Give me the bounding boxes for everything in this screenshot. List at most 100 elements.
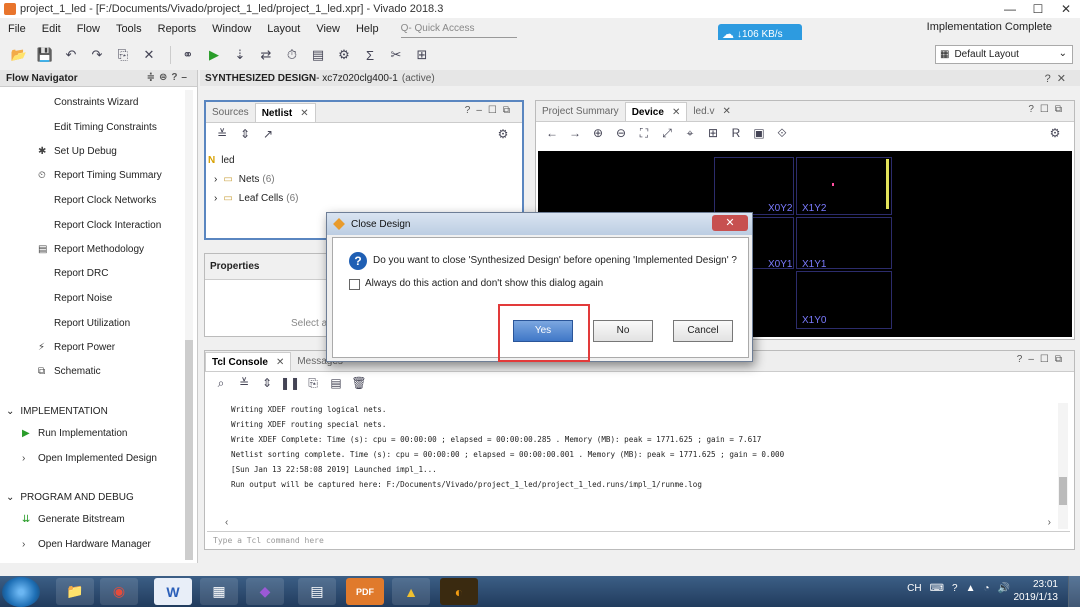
menu-reports[interactable]: Reports: [150, 18, 205, 40]
pdf-taskbar-icon[interactable]: PDF: [346, 578, 384, 605]
open-project-icon[interactable]: 📂: [8, 45, 30, 65]
menu-help[interactable]: Help: [348, 18, 387, 40]
zoom-out-icon[interactable]: ⊖: [611, 126, 631, 140]
expand-all-icon[interactable]: ⇕: [235, 127, 255, 141]
tree-root[interactable]: Nled: [208, 155, 235, 166]
gear-icon[interactable]: ⚙: [1045, 126, 1065, 140]
menu-layout[interactable]: Layout: [259, 18, 308, 40]
nav-report-methodology[interactable]: ▤ Report Methodology: [38, 244, 144, 255]
routing-icon[interactable]: ⊞: [703, 126, 723, 140]
next-icon[interactable]: ↗: [258, 127, 278, 141]
nav-open-implemented-design[interactable]: › Open Implemented Design: [22, 453, 157, 464]
close-icon[interactable]: ✕: [722, 106, 730, 117]
timer-icon[interactable]: ⏱: [281, 45, 303, 65]
nav-edit-timing-constraints[interactable]: Edit Timing Constraints: [54, 122, 157, 133]
header-controls[interactable]: ?✕: [1045, 72, 1072, 85]
scroll-thumb[interactable]: [1059, 477, 1067, 505]
close-icon[interactable]: ✕: [300, 108, 308, 119]
select-icon[interactable]: ▣: [749, 126, 769, 140]
menu-flow[interactable]: Flow: [69, 18, 108, 40]
layout-icon[interactable]: ⊞: [411, 45, 433, 65]
nav-section-implementation[interactable]: ⌄ IMPLEMENTATION: [6, 406, 108, 417]
panel-controls[interactable]: ?–☐⧉: [1017, 354, 1068, 365]
nav-report-noise[interactable]: Report Noise: [54, 293, 112, 304]
start-button[interactable]: [2, 577, 40, 607]
no-button[interactable]: No: [593, 320, 653, 342]
forward-icon[interactable]: →: [565, 126, 585, 140]
nav-schematic[interactable]: ⧉ Schematic: [38, 366, 101, 377]
menu-view[interactable]: View: [308, 18, 348, 40]
cut-icon[interactable]: ✂: [385, 45, 407, 65]
clock-region-icon[interactable]: ⟐: [772, 126, 792, 141]
yes-button[interactable]: Yes: [513, 320, 573, 342]
nav-report-timing-summary[interactable]: ⏲ Report Timing Summary: [38, 170, 162, 181]
notepad-taskbar-icon[interactable]: ▤: [298, 578, 336, 605]
flow-navigator-scrollbar[interactable]: [185, 90, 193, 560]
route-icon[interactable]: R: [726, 126, 746, 140]
program-device-icon[interactable]: ⇣: [229, 45, 251, 65]
tray-expand-icon[interactable]: ▲: [966, 583, 976, 594]
menu-edit[interactable]: Edit: [34, 18, 69, 40]
vivado-taskbar-icon[interactable]: ▲: [392, 578, 430, 605]
copy-icon[interactable]: ⎘: [112, 45, 134, 65]
nav-open-hardware-manager[interactable]: › Open Hardware Manager: [22, 539, 151, 550]
tab-device[interactable]: Device ✕: [624, 102, 688, 121]
crosshair-icon[interactable]: ⌖: [680, 126, 700, 141]
menu-tools[interactable]: Tools: [108, 18, 150, 40]
nav-generate-bitstream[interactable]: ⇊ Generate Bitstream: [22, 514, 125, 525]
tab-led-v[interactable]: led.v ✕: [687, 102, 737, 121]
copy-icon[interactable]: ⎘: [303, 376, 323, 391]
tab-project-summary[interactable]: Project Summary: [536, 102, 625, 121]
word-taskbar-icon[interactable]: W: [154, 578, 192, 605]
explorer-taskbar-icon[interactable]: 📁: [56, 578, 94, 605]
tree-row-nets[interactable]: › ▭ Nets (6): [214, 174, 275, 185]
nav-section-program-and-debug[interactable]: ⌄ PROGRAM AND DEBUG: [6, 492, 134, 503]
dialog-close-button[interactable]: ✕: [712, 215, 748, 231]
collapse-all-icon[interactable]: ≚: [234, 376, 254, 390]
gear-icon[interactable]: ⚙: [493, 127, 513, 141]
cancel-button[interactable]: Cancel: [673, 320, 733, 342]
tree-row-leaf-cells[interactable]: › ▭ Leaf Cells (6): [214, 193, 299, 204]
table-icon[interactable]: ▤: [326, 376, 346, 390]
nav-constraints-wizard[interactable]: Constraints Wizard: [54, 97, 138, 108]
zoom-in-icon[interactable]: ⊕: [588, 126, 608, 140]
input-language[interactable]: CH: [907, 583, 921, 594]
panel-controls[interactable]: ?–☐⧉: [465, 105, 516, 116]
trash-icon[interactable]: 🗑: [349, 376, 369, 390]
console-scrollbar[interactable]: [1058, 403, 1068, 529]
tab-sources[interactable]: Sources: [206, 103, 255, 122]
chevron-right-icon[interactable]: ›: [1048, 517, 1051, 528]
zoom-area-icon[interactable]: ⤢: [657, 126, 677, 141]
panel-controls[interactable]: ?☐⧉: [1028, 104, 1068, 115]
chevron-left-icon[interactable]: ‹: [225, 517, 228, 528]
nav-report-drc[interactable]: Report DRC: [54, 268, 108, 279]
collapse-all-icon[interactable]: ≚: [212, 127, 232, 141]
nav-run-implementation[interactable]: ▶ Run Implementation: [22, 428, 128, 439]
nav-report-clock-networks[interactable]: Report Clock Networks: [54, 195, 156, 206]
undo-icon[interactable]: ↶: [60, 45, 82, 65]
binoculars-icon[interactable]: ⚭: [177, 45, 199, 65]
keyboard-icon[interactable]: ⌨: [930, 583, 944, 594]
redo-icon[interactable]: ↷: [86, 45, 108, 65]
flow-navigator-controls[interactable]: ≑⊜?–: [147, 72, 191, 83]
settings-icon[interactable]: ⚙: [333, 45, 355, 65]
dont-show-again-label[interactable]: Always do this action and don't show thi…: [365, 278, 603, 289]
report-icon[interactable]: ▤: [307, 45, 329, 65]
menu-file[interactable]: File: [0, 18, 34, 40]
search-icon[interactable]: ⌕: [211, 376, 231, 391]
nav-report-power[interactable]: ⚡ Report Power: [38, 342, 115, 353]
pause-icon[interactable]: ❚❚: [280, 376, 300, 390]
quick-access-input[interactable]: Q- Quick Access: [400, 20, 517, 38]
back-icon[interactable]: ←: [542, 126, 562, 140]
minimize-button[interactable]: —: [996, 0, 1024, 18]
expand-all-icon[interactable]: ⇕: [257, 376, 277, 390]
volume-icon[interactable]: 🔊: [998, 583, 1010, 594]
visual-studio-taskbar-icon[interactable]: ◆: [246, 578, 284, 605]
save-icon[interactable]: 💾: [34, 45, 56, 65]
close-icon[interactable]: ✕: [276, 357, 284, 368]
run-icon[interactable]: ▶: [203, 45, 225, 65]
menu-window[interactable]: Window: [204, 18, 259, 40]
tab-netlist[interactable]: Netlist ✕: [254, 103, 316, 122]
network-icon[interactable]: ◔: [984, 583, 990, 594]
dont-show-again-checkbox[interactable]: [349, 279, 360, 290]
